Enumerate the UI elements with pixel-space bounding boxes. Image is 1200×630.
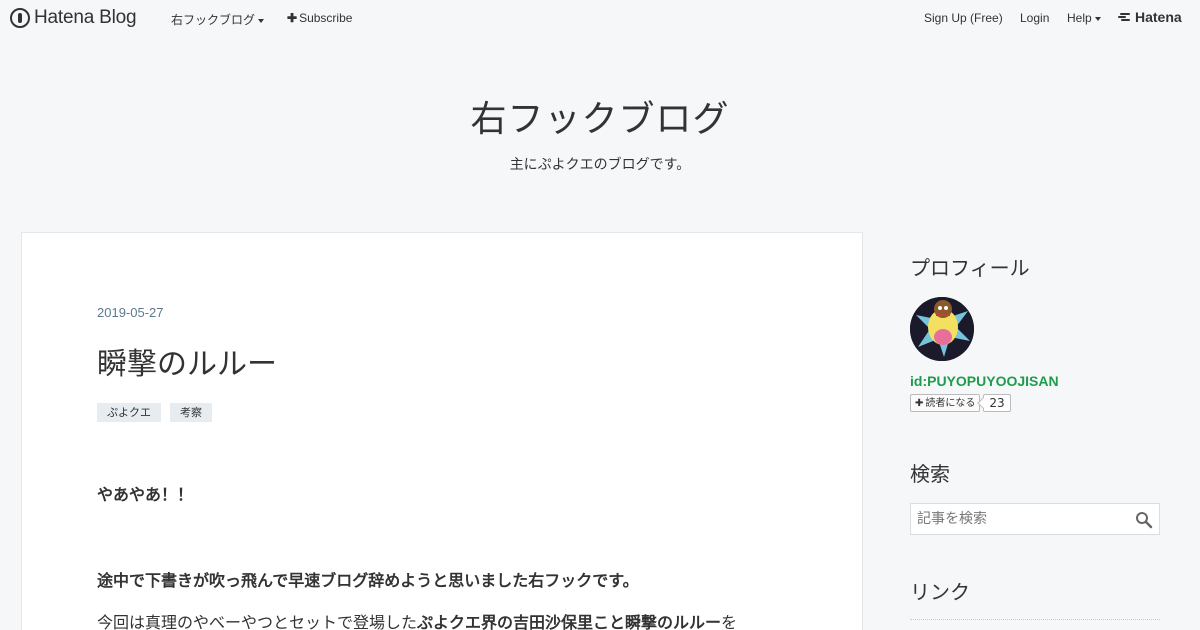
avatar-image: [910, 297, 974, 361]
avatar[interactable]: [910, 297, 974, 361]
hatena-logo-icon: [1118, 12, 1132, 22]
blog-menu-label: 右フックブログ: [171, 13, 256, 27]
search-box: [910, 503, 1160, 535]
blog-description: 主にぷよクエのブログです。: [509, 157, 691, 173]
sidebar-links: リンク: [910, 576, 1160, 620]
help-label: Help: [1067, 11, 1092, 25]
subscribe-button[interactable]: ✚ Subscribe: [287, 11, 352, 25]
entry-text-bold: 途中で下書きが吹っ飛んで早速ブログ辞めようと思いました右フックです。: [97, 571, 639, 590]
hatena-blog-logo-icon: [10, 8, 30, 28]
divider: [910, 619, 1160, 620]
hatena-blog-logo[interactable]: Hatena Blog: [10, 7, 137, 29]
hatena-logo-text: Hatena: [1135, 9, 1182, 25]
hatena-logo[interactable]: Hatena: [1118, 9, 1182, 25]
blog-menu-dropdown[interactable]: 右フックブログ: [171, 11, 265, 28]
reader-subscribe-button[interactable]: ✚ 読者になる: [910, 394, 981, 412]
user-id-link[interactable]: id:PUYOPUYOOJISAN: [910, 373, 1160, 389]
entry-paragraph: 今回は真理のやべーやつとセットで登場したぷよクエ界の吉田沙保里こと瞬撃のルルーを: [97, 609, 737, 630]
hatena-blog-logo-text: Hatena Blog: [34, 7, 137, 28]
entry-date[interactable]: 2019-05-27: [97, 305, 164, 320]
sidebar-profile: プロフィール id:PUYOPUYOOJISAN ✚ 読者になる 23: [910, 252, 1160, 412]
help-dropdown[interactable]: Help: [1067, 11, 1101, 25]
signup-link[interactable]: Sign Up (Free): [924, 11, 1003, 25]
entry-paragraph: やあやあ！！: [97, 481, 193, 505]
search-input[interactable]: [911, 504, 1126, 534]
caret-down-icon: [1094, 16, 1101, 21]
entry-text: を: [721, 613, 738, 630]
subscriber-count[interactable]: 23: [983, 394, 1011, 412]
entry-categories: ぷよクエ 考察: [97, 403, 212, 422]
profile-heading: プロフィール: [910, 256, 1030, 280]
caret-down-icon: [258, 18, 265, 23]
entry-paragraph: 途中で下書きが吹っ飛んで早速ブログ辞めようと思いました右フックです。: [97, 567, 639, 591]
entry-title[interactable]: 瞬撃のルルー: [97, 339, 277, 383]
sidebar-search: 検索: [910, 458, 1160, 535]
reader-subscribe-label: 読者になる: [925, 398, 976, 409]
links-heading: リンク: [910, 580, 970, 604]
entry-text-bold: やあやあ！！: [97, 485, 194, 504]
subscribe-row: ✚ 読者になる 23: [910, 394, 1160, 412]
category-tag[interactable]: ぷよクエ: [97, 403, 161, 422]
login-link[interactable]: Login: [1020, 11, 1049, 25]
entry-text: 今回は真理のやべーやつとセットで登場した: [97, 613, 418, 630]
entry-article: 2019-05-27 瞬撃のルルー ぷよクエ 考察 やあやあ！！ 途中で下書きが…: [21, 232, 863, 630]
blog-title[interactable]: 右フックブログ: [0, 90, 1200, 142]
plus-icon: ✚: [915, 398, 924, 409]
search-icon[interactable]: [1135, 511, 1153, 529]
entry-text-bold: ぷよクエ界の吉田沙保里こと瞬撃のルルー: [417, 613, 722, 630]
global-header: Hatena Blog 右フックブログ ✚ Subscribe Sign Up (…: [0, 0, 1200, 36]
category-tag[interactable]: 考察: [170, 403, 212, 422]
subscribe-label: Subscribe: [299, 11, 353, 25]
plus-icon: ✚: [287, 11, 298, 25]
search-heading: 検索: [910, 462, 950, 486]
